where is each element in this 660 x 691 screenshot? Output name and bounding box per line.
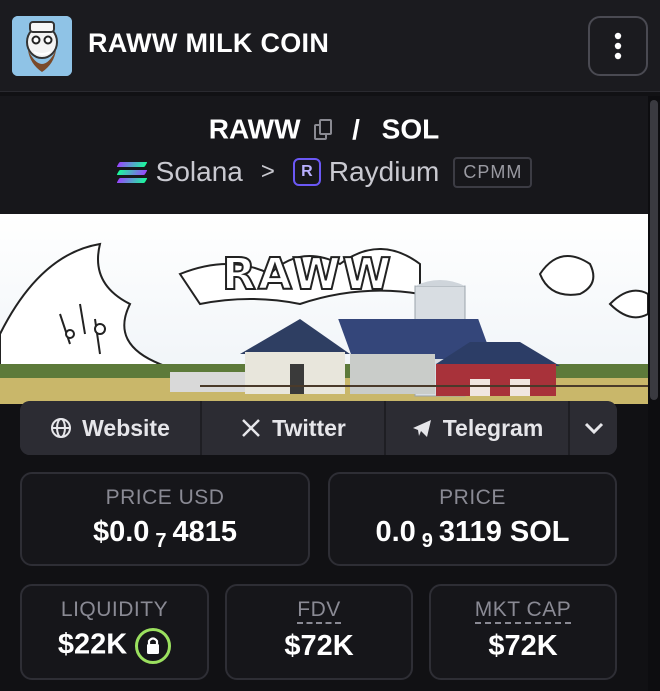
social-links-bar: Website Twitter Telegram xyxy=(20,401,617,455)
raydium-logo-icon: R xyxy=(292,158,321,186)
price-usd-card: PRICE USD $0.0 7 4815 xyxy=(20,472,310,566)
website-link-button[interactable]: Website xyxy=(20,401,202,455)
telegram-link-button[interactable]: Telegram xyxy=(386,401,570,455)
price-usd-label: PRICE USD xyxy=(105,486,225,509)
quote-token-symbol: SOL xyxy=(381,113,440,145)
price-usd-value: $0.0 7 4815 xyxy=(92,516,238,552)
more-links-dropdown[interactable] xyxy=(570,401,617,455)
banner-text: RAWW xyxy=(222,249,393,300)
chevron-down-icon xyxy=(584,422,603,435)
chain-link-solana[interactable]: Solana xyxy=(156,156,243,188)
token-banner-image: RAWW xyxy=(0,214,648,404)
price-native-label: PRICE xyxy=(439,486,506,509)
market-cap-label[interactable]: MKT CAP xyxy=(474,598,572,624)
pair-title: RAWW / SOL xyxy=(0,112,648,146)
globe-icon xyxy=(51,418,72,438)
page-title: RAWW MILK COIN xyxy=(88,28,330,58)
twitter-link-button[interactable]: Twitter xyxy=(202,401,386,455)
breadcrumb-separator: > xyxy=(260,158,275,185)
liquidity-value: $22K xyxy=(57,628,128,661)
lock-icon[interactable] xyxy=(135,628,172,664)
twitter-label: Twitter xyxy=(272,414,346,441)
menu-button[interactable] xyxy=(588,16,648,76)
market-cap-card: MKT CAP $72K xyxy=(429,584,617,680)
fdv-card: FDV $72K xyxy=(225,584,413,680)
top-bar: RAWW MILK COIN xyxy=(0,0,660,92)
dex-link-raydium[interactable]: Raydium xyxy=(329,156,439,188)
base-token-symbol: RAWW xyxy=(208,113,301,145)
copy-icon[interactable] xyxy=(312,118,334,141)
chain-breadcrumb: Solana > R Raydium CPMM xyxy=(0,156,648,188)
solana-logo-icon xyxy=(116,161,148,183)
fdv-value: $72K xyxy=(284,630,354,662)
telegram-icon xyxy=(412,420,431,437)
x-logo-icon xyxy=(242,419,261,437)
liquidity-card: LIQUIDITY $22K xyxy=(20,584,209,680)
pool-type-badge: CPMM xyxy=(453,156,533,188)
telegram-label: Telegram xyxy=(442,414,544,441)
liquidity-label: LIQUIDITY xyxy=(60,598,169,621)
kebab-menu-icon xyxy=(614,32,622,60)
price-native-value: 0.0 9 3119 SOL xyxy=(375,516,570,552)
token-avatar xyxy=(12,16,72,76)
price-native-card: PRICE 0.0 9 3119 SOL xyxy=(328,472,617,566)
scrollbar-thumb[interactable] xyxy=(650,100,658,400)
market-cap-value: $72K xyxy=(488,630,558,662)
website-label: Website xyxy=(82,414,170,441)
fdv-label[interactable]: FDV xyxy=(297,598,341,624)
pair-slash: / xyxy=(352,113,360,145)
